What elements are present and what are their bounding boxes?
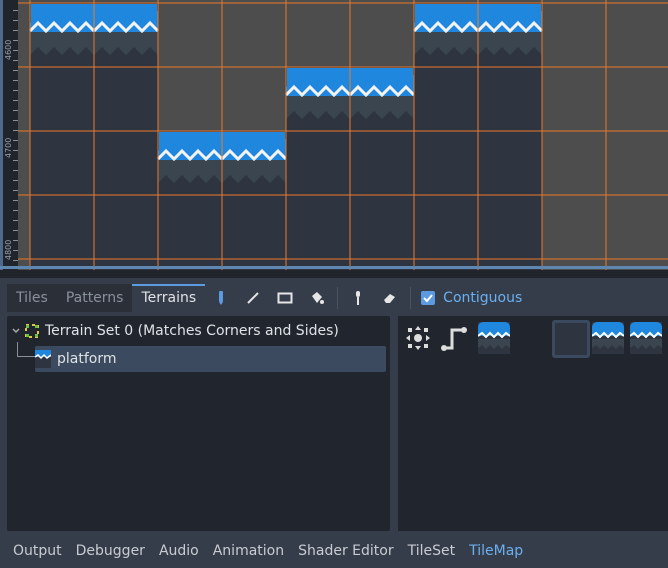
ruler-tick bbox=[13, 150, 18, 151]
tab-shader-editor[interactable]: Shader Editor bbox=[291, 540, 400, 562]
ruler-tick bbox=[13, 260, 18, 261]
ruler-tick bbox=[13, 240, 18, 241]
ruler-tick bbox=[13, 20, 18, 21]
palette-tile[interactable] bbox=[591, 322, 625, 354]
tab-tileset[interactable]: TileSet bbox=[401, 540, 463, 562]
checkbox-checked-icon[interactable] bbox=[421, 291, 436, 305]
ruler-tick bbox=[13, 80, 18, 81]
line-icon[interactable] bbox=[237, 284, 269, 312]
rect-icon[interactable] bbox=[269, 284, 301, 312]
ruler-tick bbox=[13, 10, 18, 11]
vertical-ruler: 4600 4700 4800 bbox=[0, 0, 18, 270]
tab-patterns[interactable]: Patterns bbox=[56, 284, 133, 312]
ruler-tick bbox=[13, 200, 18, 201]
contiguous-checkbox[interactable]: Contiguous bbox=[421, 290, 522, 306]
ruler-tick bbox=[13, 190, 18, 191]
divider bbox=[410, 287, 412, 309]
ruler-tick bbox=[13, 140, 18, 141]
ruler-tick bbox=[13, 40, 18, 41]
contiguous-label: Contiguous bbox=[443, 290, 523, 306]
chevron-down-icon[interactable] bbox=[11, 326, 23, 336]
tilemap-viewport[interactable]: 4600 4700 4800 bbox=[0, 0, 668, 270]
ruler-tick bbox=[13, 160, 18, 161]
tile-canvas[interactable] bbox=[0, 0, 668, 270]
ruler-label: 4700 bbox=[4, 137, 13, 158]
ruler-tick bbox=[13, 170, 18, 171]
path-mode-icon[interactable] bbox=[440, 324, 468, 356]
connect-mode-icon[interactable] bbox=[404, 324, 432, 356]
ruler-tick bbox=[13, 60, 18, 61]
picker-icon[interactable] bbox=[342, 284, 374, 312]
ruler-tick bbox=[13, 250, 18, 251]
ruler-tick bbox=[13, 100, 18, 101]
ruler-tick bbox=[13, 210, 18, 211]
eraser-icon[interactable] bbox=[374, 284, 406, 312]
ruler-tick bbox=[13, 110, 18, 111]
tab-output[interactable]: Output bbox=[0, 540, 69, 562]
tree-item-platform[interactable]: platform bbox=[35, 346, 386, 372]
terrain-palette bbox=[398, 316, 668, 531]
ruler-tick bbox=[13, 230, 18, 231]
tab-debugger[interactable]: Debugger bbox=[69, 540, 152, 562]
palette-tile-empty-selected[interactable] bbox=[552, 320, 590, 358]
tab-animation[interactable]: Animation bbox=[206, 540, 291, 562]
tab-tiles[interactable]: Tiles bbox=[7, 284, 57, 312]
bottom-panel-tabs: Output Debugger Audio Animation Shader E… bbox=[0, 540, 530, 562]
ruler-tick bbox=[13, 220, 18, 221]
ruler-label: 4800 bbox=[4, 239, 13, 260]
ruler-tick bbox=[13, 130, 18, 131]
tree-item-terrain-set[interactable]: Terrain Set 0 (Matches Corners and Sides… bbox=[11, 318, 339, 344]
ruler-label: 4600 bbox=[4, 39, 13, 60]
tree-line bbox=[17, 342, 35, 357]
ruler-tick bbox=[13, 70, 18, 71]
palette-tile[interactable] bbox=[629, 322, 663, 354]
terrain-set-label: Terrain Set 0 (Matches Corners and Sides… bbox=[45, 323, 339, 339]
bucket-icon[interactable] bbox=[301, 284, 333, 312]
tilemap-panel: Tiles Patterns Terrains Contiguous Terra… bbox=[0, 278, 668, 568]
ruler-tick bbox=[13, 90, 18, 91]
palette-tile[interactable] bbox=[477, 322, 511, 354]
tab-terrains[interactable]: Terrains bbox=[132, 284, 206, 312]
terrain-set-icon bbox=[25, 324, 39, 338]
ruler-tick bbox=[13, 120, 18, 121]
horizontal-scrollbar[interactable] bbox=[0, 266, 668, 269]
tile-tabs: Tiles Patterns Terrains Contiguous bbox=[7, 284, 522, 312]
terrain-tree: Terrain Set 0 (Matches Corners and Sides… bbox=[7, 316, 390, 531]
terrain-tile-icon bbox=[35, 350, 51, 368]
pencil-icon[interactable] bbox=[205, 284, 237, 312]
divider bbox=[337, 287, 339, 309]
tab-tilemap[interactable]: TileMap bbox=[462, 540, 530, 562]
tab-audio[interactable]: Audio bbox=[152, 540, 206, 562]
ruler-tick bbox=[13, 30, 18, 31]
terrain-label: platform bbox=[57, 351, 117, 367]
ruler-tick bbox=[13, 50, 18, 51]
ruler-tick bbox=[13, 180, 18, 181]
